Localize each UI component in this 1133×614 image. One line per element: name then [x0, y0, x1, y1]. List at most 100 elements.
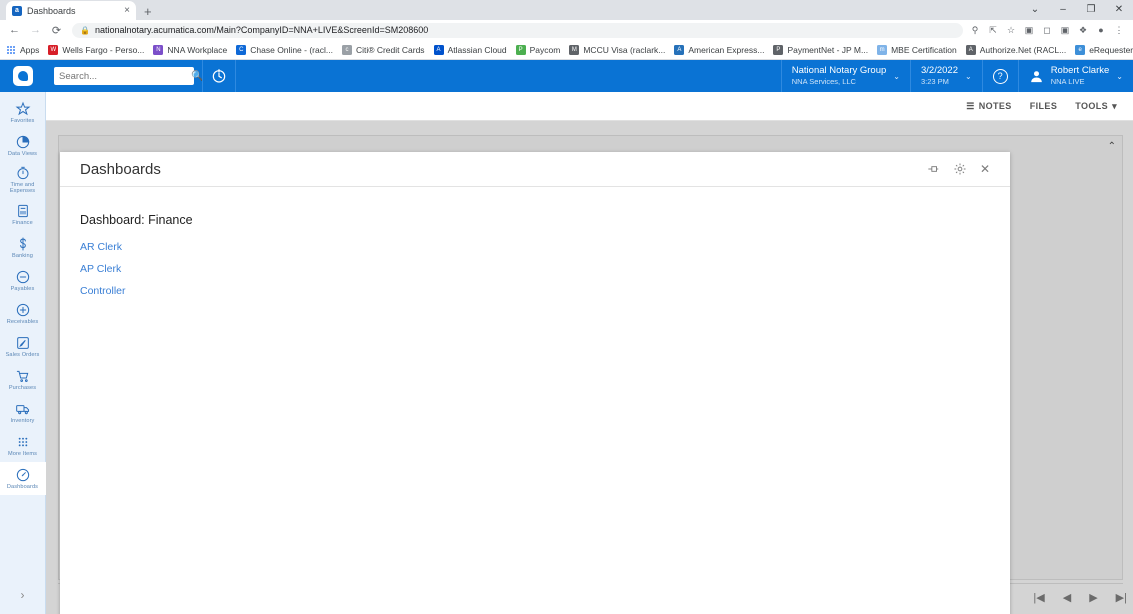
sidebar-item-dashboards[interactable]: Dashboards [0, 461, 46, 495]
sidebar-item-data-views[interactable]: Data Views [0, 129, 46, 162]
bookmark-item[interactable]: Apps [6, 45, 39, 55]
sidebar-item-label: Purchases [8, 384, 37, 391]
bookmark-item[interactable]: eeRequester - Login [1075, 44, 1133, 55]
sidebar-item-banking[interactable]: Banking [0, 231, 46, 264]
sidebar-item-label: Banking [12, 252, 33, 259]
screenshot-icon[interactable]: ◻ [1039, 22, 1055, 38]
collapse-panel-icon[interactable]: ⌃ [1108, 141, 1116, 152]
pin-icon[interactable] [926, 162, 940, 176]
window-close-button[interactable]: ✕ [1105, 0, 1133, 19]
dashboard-link[interactable]: Controller [80, 280, 990, 302]
browser-tab[interactable]: a Dashboards × [6, 1, 136, 20]
cast-icon[interactable]: ▣ [1057, 22, 1073, 38]
window-controls: ⌄ – ❐ ✕ [1021, 0, 1133, 20]
pager-next-button[interactable]: ▶ [1089, 591, 1097, 604]
sidebar-item-time-and-expenses[interactable]: Time and Expenses [0, 162, 46, 198]
stopwatch-icon [15, 165, 31, 181]
bookmark-item[interactable]: M MCCU Visa (raclark... [569, 44, 665, 55]
bookmark-label: Authorize.Net (RACL... [979, 44, 1067, 55]
profile-icon[interactable]: ● [1093, 22, 1109, 38]
bookmark-item[interactable]: N NNA Workplace [153, 44, 227, 55]
acumatica-app: 🔍 National Notary Group NNA Services, LL… [0, 60, 1133, 614]
sidebar-item-finance[interactable]: Finance [0, 198, 46, 231]
acumatica-logo-icon[interactable] [0, 60, 46, 92]
password-key-icon[interactable]: ⚲ [967, 22, 983, 38]
browser-chrome: a Dashboards × + ⌄ – ❐ ✕ ← → ⟳ 🔒 nationa… [0, 0, 1133, 60]
dashboard-link[interactable]: AP Clerk [80, 258, 990, 280]
new-tab-button[interactable]: + [144, 5, 152, 20]
current-time: 3:23 PM [921, 77, 949, 87]
window-maximize-button[interactable]: ❐ [1077, 0, 1105, 19]
dialog-actions: ✕ [926, 162, 990, 176]
atlassian-icon: A [433, 44, 444, 55]
tab-close-icon[interactable]: × [124, 5, 130, 16]
bookmark-label: Apps [20, 44, 40, 55]
sidebar-item-payables[interactable]: Payables [0, 264, 46, 297]
user-menu[interactable]: Robert Clarke NNA LIVE ⌄ [1017, 60, 1133, 92]
bookmark-label: Citi® Credit Cards [355, 44, 425, 55]
pie-chart-icon [15, 134, 31, 150]
window-minimize-group-button[interactable]: ⌄ [1021, 0, 1049, 19]
files-button[interactable]: FILES [1030, 101, 1058, 111]
pager-last-button[interactable]: ▶| [1116, 591, 1127, 604]
omnibox-bar: ← → ⟳ 🔒 nationalnotary.acumatica.com/Mai… [0, 20, 1133, 40]
bookmark-item[interactable]: A Authorize.Net (RACL... [965, 44, 1067, 55]
tab-title: Dashboards [27, 5, 76, 16]
user-company: NNA LIVE [1050, 77, 1085, 87]
address-bar[interactable]: 🔒 nationalnotary.acumatica.com/Main?Comp… [72, 22, 963, 38]
datetime-selector[interactable]: 3/2/2022 3:23 PM ⌄ [910, 60, 982, 92]
pager-first-button[interactable]: |◀ [1033, 591, 1044, 604]
chevron-down-icon: ⌄ [964, 71, 972, 81]
bookmark-item[interactable]: m MBE Certification [877, 44, 957, 55]
bookmark-item[interactable]: C Chase Online - (racl... [236, 44, 333, 55]
sidebar-item-receivables[interactable]: Receivables [0, 297, 46, 330]
gear-icon[interactable] [953, 162, 967, 176]
extensions-puzzle-icon[interactable]: ❖ [1075, 22, 1091, 38]
notes-icon: ☰ [966, 100, 975, 111]
bookmark-item[interactable]: c Citi® Credit Cards [341, 44, 425, 55]
help-button[interactable]: ? [981, 60, 1018, 92]
bookmark-item[interactable]: A American Express... [674, 44, 764, 55]
sidebar-expand-button[interactable]: › [0, 584, 46, 606]
dialog-header: Dashboards ✕ [60, 152, 1010, 187]
browser-menu-icon[interactable]: ⋮ [1111, 22, 1127, 38]
bookmark-label: eRequester - Login [1089, 44, 1133, 55]
bookmark-item[interactable]: P PaymentNet - JP M... [773, 44, 868, 55]
company-selector[interactable]: National Notary Group NNA Services, LLC … [780, 60, 910, 92]
share-icon[interactable]: ⇱ [985, 22, 1001, 38]
reload-icon[interactable]: ⟳ [48, 22, 65, 39]
window-minimize-button[interactable]: – [1049, 0, 1077, 19]
bookmark-label: MBE Certification [891, 44, 957, 55]
back-icon[interactable]: ← [6, 22, 23, 39]
grammarly-icon[interactable]: ▣ [1021, 22, 1037, 38]
global-search-wrap: 🔍 [46, 60, 203, 92]
global-search-box[interactable]: 🔍 [54, 67, 203, 85]
sidebar-item-label: Time and Expenses [9, 182, 36, 195]
sidebar-item-label: Receivables [6, 318, 39, 325]
notes-button[interactable]: ☰ NOTES [966, 101, 1011, 112]
pager-prev-button[interactable]: ◀ [1063, 591, 1071, 604]
bookmark-star-icon[interactable]: ☆ [1003, 22, 1019, 38]
current-date: 3/2/2022 [921, 65, 958, 77]
dashboard-group-label: Dashboard: Finance [80, 213, 193, 227]
forward-icon[interactable]: → [27, 22, 44, 39]
bookmark-item[interactable]: P Paycom [515, 44, 560, 55]
dashboard-link[interactable]: AR Clerk [80, 236, 990, 258]
close-icon[interactable]: ✕ [980, 162, 990, 176]
lock-icon: 🔒 [80, 25, 90, 35]
paycom-icon: P [515, 44, 526, 55]
sidebar-item-label: Data Views [7, 150, 38, 157]
chevron-down-icon: ⌄ [893, 71, 900, 81]
bookmark-item[interactable]: A Atlassian Cloud [433, 44, 507, 55]
bookmark-item[interactable]: W Wells Fargo - Perso... [48, 44, 144, 55]
sidebar-item-inventory[interactable]: Inventory [0, 396, 46, 429]
omnibox-icons: ⚲ ⇱ ☆ ▣ ◻ ▣ ❖ ● ⋮ [967, 22, 1127, 38]
recent-history-icon[interactable] [202, 60, 236, 92]
tools-button[interactable]: TOOLS ▾ [1075, 101, 1117, 112]
sidebar-item-favorites[interactable]: Favorites [0, 96, 46, 129]
sidebar-item-sales-orders[interactable]: Sales Orders [0, 330, 46, 363]
sidebar-item-purchases[interactable]: Purchases [0, 363, 46, 396]
left-navigation-sidebar: Favorites Data Views Time and Expenses Fina… [0, 92, 46, 614]
search-input[interactable] [59, 70, 191, 82]
sidebar-item-more-items[interactable]: More Items [0, 429, 46, 462]
